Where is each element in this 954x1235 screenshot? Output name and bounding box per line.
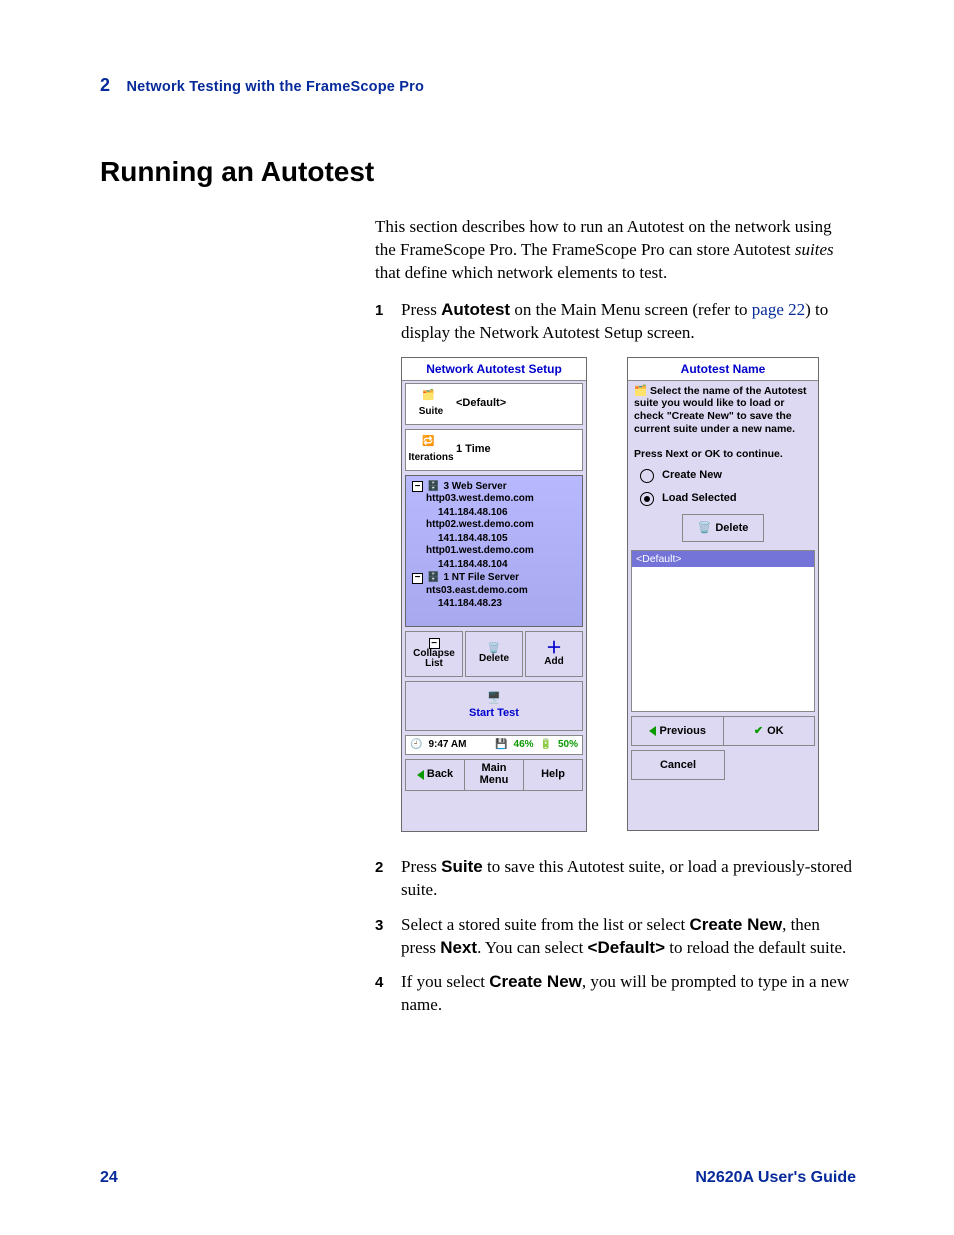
battery-icon: 🔋 (540, 738, 552, 752)
add-button[interactable]: ＋ Add (525, 631, 583, 677)
load-selected-option[interactable]: Load Selected (640, 491, 806, 506)
guide-name: N2620A User's Guide (695, 1169, 856, 1187)
disk-icon: 💾 (495, 738, 507, 752)
step-1: Press Autotest on the Main Menu screen (… (375, 299, 856, 832)
suite-list[interactable]: <Default> (631, 550, 815, 712)
running-header: 2 Network Testing with the FrameScope Pr… (100, 75, 856, 96)
trash-icon: 🗑️ (698, 521, 712, 536)
iterations-row[interactable]: 🔁 Iterations 1 Time (405, 429, 583, 471)
radio-unselected-icon (640, 469, 654, 483)
page-footer: 24 N2620A User's Guide (100, 1169, 856, 1187)
step-3: Select a stored suite from the list or s… (375, 914, 856, 960)
plus-icon: ＋ (546, 641, 562, 657)
page-link[interactable]: page 22 (752, 300, 805, 319)
section-heading: Running an Autotest (100, 156, 856, 188)
screen-title: Network Autotest Setup (402, 358, 586, 381)
clock-icon: 🕘 (410, 738, 422, 752)
server-icon: 🗄️ (427, 480, 439, 494)
network-autotest-setup-screen: Network Autotest Setup 🗂️ Suite <Default… (401, 357, 587, 832)
delete-button[interactable]: 🗑️ Delete (465, 631, 523, 677)
folder-check-icon: 🗂️ (634, 385, 647, 397)
intro-paragraph: This section describes how to run an Aut… (375, 216, 856, 285)
chapter-title: Network Testing with the FrameScope Pro (126, 79, 424, 95)
screen-title: Autotest Name (628, 358, 818, 381)
screenshot-row: Network Autotest Setup 🗂️ Suite <Default… (401, 357, 856, 832)
collapse-icon[interactable]: − (412, 481, 423, 492)
step-4: If you select Create New, you will be pr… (375, 971, 856, 1017)
help-button[interactable]: Help (524, 759, 583, 791)
radio-selected-icon (640, 492, 654, 506)
status-bar: 🕘 9:47 AM 💾 46% 🔋 50% (405, 735, 583, 755)
collapse-icon[interactable]: − (412, 573, 423, 584)
back-arrow-icon (417, 770, 424, 780)
iterations-icon: 🔁 (422, 437, 440, 453)
back-arrow-icon (649, 726, 656, 736)
previous-button[interactable]: Previous (631, 716, 724, 746)
chapter-number: 2 (100, 75, 110, 95)
list-item[interactable]: <Default> (632, 551, 814, 567)
computer-icon: 🖥️ (487, 691, 501, 706)
autotest-name-screen: Autotest Name 🗂️ Select the name of the … (627, 357, 819, 831)
ok-button[interactable]: ✔ OK (724, 716, 816, 746)
suite-value: <Default> (456, 396, 506, 411)
suite-icon: 🗂️ (422, 391, 440, 407)
step-list: Press Autotest on the Main Menu screen (… (375, 299, 856, 1018)
server-tree[interactable]: −🗄️3 Web Server http03.west.demo.com 141… (405, 475, 583, 627)
back-button[interactable]: Back (405, 759, 465, 791)
start-test-button[interactable]: 🖥️ Start Test (405, 681, 583, 731)
suite-row[interactable]: 🗂️ Suite <Default> (405, 383, 583, 425)
check-icon: ✔ (754, 724, 763, 739)
instruction-text: 🗂️ Select the name of the Autotest suite… (634, 385, 812, 461)
create-new-option[interactable]: Create New (640, 468, 806, 483)
collapse-list-button[interactable]: − Collapse List (405, 631, 463, 677)
step-2: Press Suite to save this Autotest suite,… (375, 856, 856, 902)
cancel-button[interactable]: Cancel (631, 750, 725, 780)
iterations-value: 1 Time (456, 442, 491, 457)
server-icon: 🗄️ (427, 571, 439, 585)
main-menu-button[interactable]: Main Menu (465, 759, 524, 791)
body-column: This section describes how to run an Aut… (375, 216, 856, 1017)
delete-suite-button[interactable]: 🗑️ Delete (682, 514, 764, 542)
page-number: 24 (100, 1169, 118, 1187)
